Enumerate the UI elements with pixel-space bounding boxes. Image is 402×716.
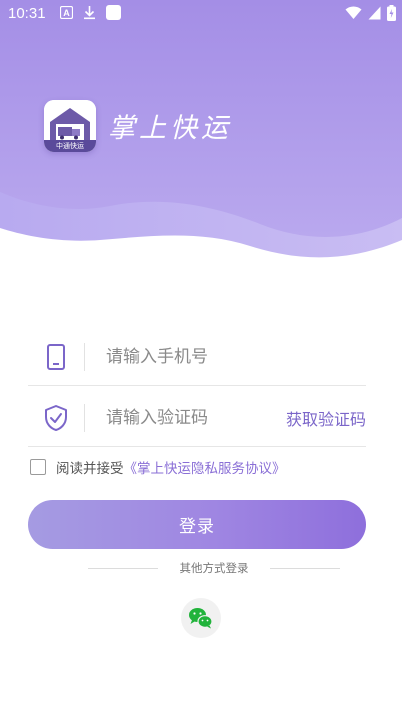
other-login-divider: 其他方式登录 <box>88 560 340 576</box>
status-bar: 10:31 A <box>0 0 402 28</box>
battery-icon <box>387 5 396 21</box>
a-box-icon: A <box>60 6 73 19</box>
agreement-checkbox[interactable] <box>30 459 46 475</box>
get-code-button[interactable]: 获取验证码 <box>286 406 366 430</box>
phone-icon <box>47 344 65 370</box>
status-time: 10:31 <box>8 5 46 22</box>
login-button[interactable]: 登录 <box>28 500 366 549</box>
logo-label: 中通快运 <box>56 141 84 150</box>
divider-line-right <box>270 568 340 569</box>
phone-input[interactable] <box>104 339 288 375</box>
shield-check-icon <box>45 405 67 431</box>
agreement-row: 阅读并接受 《掌上快运隐私服务协议》 <box>30 457 286 477</box>
status-icons-right <box>345 5 396 21</box>
signal-icon <box>368 6 381 20</box>
warehouse-truck-icon: 中通快运 <box>44 100 96 152</box>
field-divider <box>84 404 85 432</box>
code-input[interactable] <box>104 400 288 436</box>
code-field-row: 获取验证码 <box>28 390 366 447</box>
agreement-prefix: 阅读并接受 <box>56 461 124 477</box>
phone-field-row <box>28 329 366 386</box>
privacy-agreement-link[interactable]: 《掌上快运隐私服务协议》 <box>124 457 286 477</box>
status-icons-left: A <box>60 5 121 20</box>
app-logo: 中通快运 <box>44 100 96 152</box>
field-divider <box>84 343 85 371</box>
svg-text:A: A <box>63 8 70 18</box>
app-title: 掌上快运 <box>108 113 232 144</box>
wechat-icon <box>189 608 213 629</box>
wechat-login-button[interactable] <box>181 598 221 638</box>
square-icon <box>106 5 121 20</box>
download-icon <box>84 6 95 20</box>
wifi-icon <box>345 6 362 19</box>
